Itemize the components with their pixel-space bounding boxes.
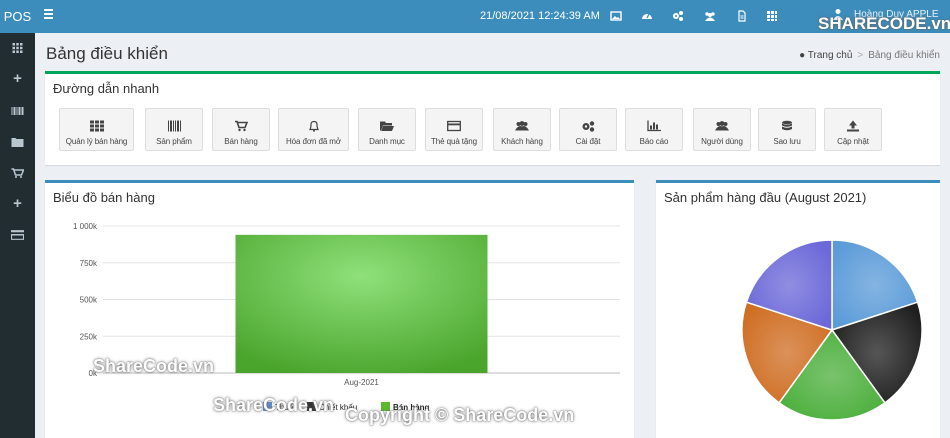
sidebar-credit-card-icon[interactable] xyxy=(0,224,35,246)
shortcut-button[interactable]: Khách hàng xyxy=(493,108,551,151)
dashboard-icon[interactable] xyxy=(641,10,653,22)
shortcut-button[interactable]: Thẻ quà tặng xyxy=(425,108,483,151)
users-icon xyxy=(715,121,729,131)
page-title: Bảng điều khiển xyxy=(46,44,168,63)
top-navbar: POS 21/08/2021 12:24:39 AM Hoàng Duy APP… xyxy=(0,0,950,33)
cogs-icon[interactable] xyxy=(672,10,684,22)
shortcut-label: Cài đặt xyxy=(575,137,601,146)
barcode-icon xyxy=(168,120,181,132)
x-tick-label: Aug-2021 xyxy=(344,378,379,387)
grid-icon[interactable] xyxy=(766,10,778,22)
bar xyxy=(235,234,488,373)
main-content: Bảng điều khiển ● Trang chủ > Bảng điều kh… xyxy=(35,33,950,438)
sidebar-grid-icon[interactable] xyxy=(0,37,35,59)
upload-icon xyxy=(847,120,859,132)
shortcut-button[interactable]: Báo cáo xyxy=(625,108,683,151)
users-icon[interactable] xyxy=(704,10,716,22)
shortcut-label: Danh mục xyxy=(369,137,405,146)
watermark-copyright: Copyright © ShareCode.vn xyxy=(345,405,575,425)
shortcut-button[interactable]: Quản lý bán hàng xyxy=(59,108,134,151)
sales-bar-chart: 0k250k500k750k1 000kAug-2021Thuế Chiết kh… xyxy=(73,222,620,412)
sidebar: + + xyxy=(0,33,35,438)
shortcut-label: Người dùng xyxy=(701,137,743,146)
shortcut-button[interactable]: Danh mục xyxy=(358,108,416,151)
breadcrumb-current: Bảng điều khiển xyxy=(868,50,940,61)
y-tick-label: 500k xyxy=(80,296,98,305)
shortcut-label: Quản lý bán hàng xyxy=(65,137,128,146)
watermark-label-2: ShareCode.vn xyxy=(213,395,335,415)
app-brand[interactable]: POS xyxy=(0,0,35,33)
shortcut-label: Sản phẩm xyxy=(156,137,192,146)
grid-icon xyxy=(89,120,104,132)
sidebar-barcode-icon[interactable] xyxy=(0,100,35,122)
file-icon[interactable] xyxy=(736,10,748,22)
shortcut-button[interactable]: Hóa đơn đã mở xyxy=(278,108,349,151)
y-tick-label: 250k xyxy=(80,332,98,341)
bar-chart-icon xyxy=(647,120,661,132)
shortcut-label: Cập nhật xyxy=(837,137,869,146)
breadcrumb: ● Trang chủ > Bảng điều khiển xyxy=(799,50,940,61)
y-tick-label: 1 000k xyxy=(73,222,98,231)
home-icon: ● xyxy=(799,50,806,61)
database-icon xyxy=(782,120,792,131)
datetime-display: 21/08/2021 12:24:39 AM xyxy=(480,10,600,22)
shortcut-button[interactable]: Cài đặt xyxy=(559,108,617,151)
shortcut-button[interactable]: Người dùng xyxy=(693,108,751,151)
credit-card-icon xyxy=(447,120,461,132)
sales-chart-panel: Biểu đồ bán hàng 0k 250k 500k 750k 1 000k Aug… xyxy=(45,180,634,438)
menu-toggle-icon[interactable] xyxy=(44,9,54,23)
shortcut-button[interactable]: Cập nhật xyxy=(824,108,882,151)
y-tick-label: 750k xyxy=(80,259,98,268)
shortcut-label: Thẻ quà tặng xyxy=(431,137,477,146)
shortcut-label: Báo cáo xyxy=(639,137,669,146)
quick-links-title: Đường dẫn nhanh xyxy=(53,81,160,96)
top-products-pie-chart xyxy=(741,239,923,421)
image-icon[interactable] xyxy=(610,10,622,22)
breadcrumb-home-link[interactable]: Trang chủ xyxy=(808,50,853,61)
cart-icon xyxy=(235,120,248,132)
cogs-icon xyxy=(582,121,595,132)
sidebar-plus-icon[interactable]: + xyxy=(0,68,35,90)
quick-links-panel: Đường dẫn nhanh Quản lý bán hàng Sản phẩm… xyxy=(45,71,940,165)
top-products-panel: Sản phẩm hàng đầu (August 2021) xyxy=(656,180,940,438)
sidebar-folder-icon[interactable] xyxy=(0,131,35,153)
users-icon xyxy=(515,121,529,131)
shortcut-label: Khách hàng xyxy=(501,137,543,146)
shortcut-label: Hóa đơn đã mở xyxy=(286,137,341,146)
bell-icon xyxy=(308,120,319,132)
breadcrumb-separator: > xyxy=(857,50,864,61)
shortcut-label: Bán hàng xyxy=(224,137,258,146)
sidebar-cart-icon[interactable] xyxy=(0,162,35,184)
shortcut-button[interactable]: Bán hàng xyxy=(212,108,270,151)
shortcut-button[interactable]: Sản phẩm xyxy=(145,108,203,151)
shortcut-label: Sao lưu xyxy=(773,137,801,146)
sidebar-plus2-icon[interactable]: + xyxy=(0,193,35,215)
folder-open-icon xyxy=(380,121,394,131)
watermark-logo: SHARECODE.vn xyxy=(818,14,950,33)
watermark-label-1: ShareCode.vn xyxy=(93,356,215,376)
shortcut-button[interactable]: Sao lưu xyxy=(758,108,816,151)
